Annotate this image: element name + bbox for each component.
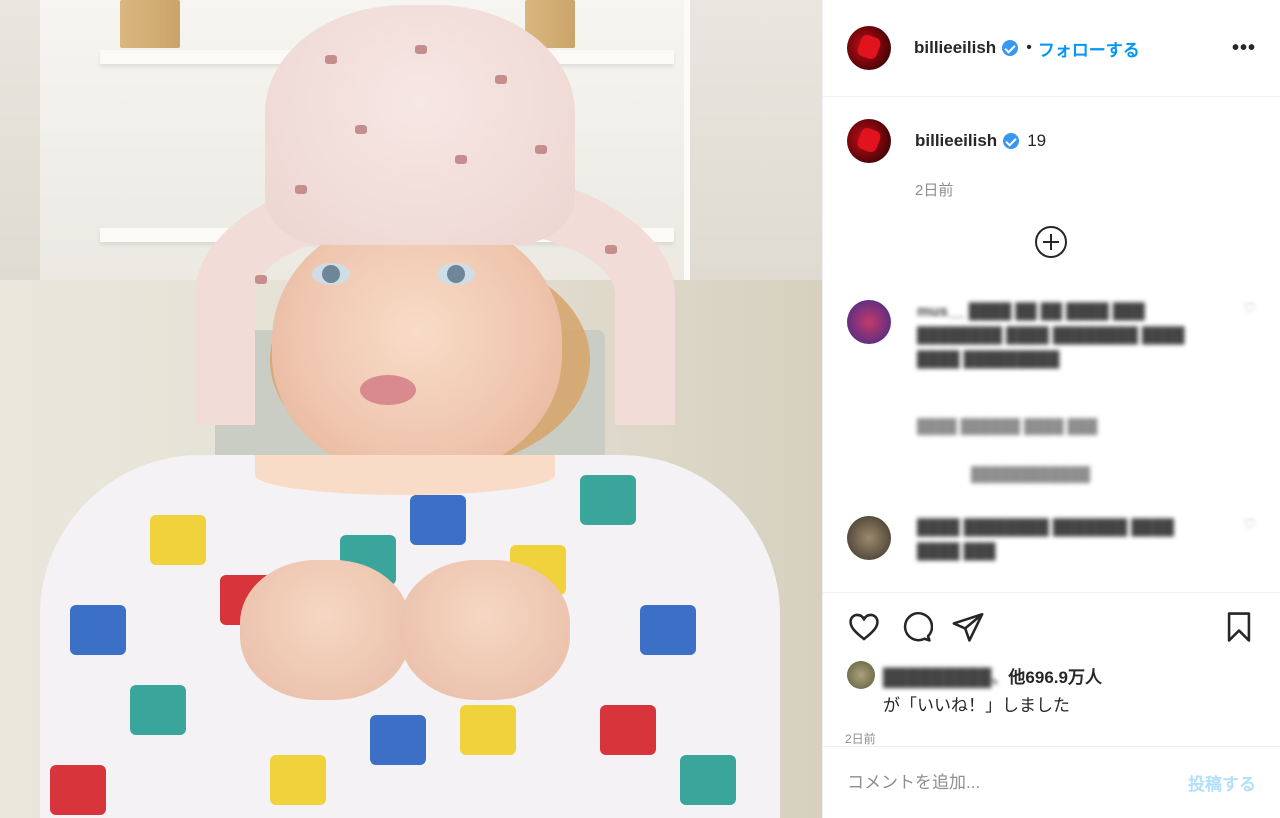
post-time: 2日前 xyxy=(845,732,876,746)
comment-text: mus__ ████ ██ ██ ████ ███ ████████ ████ … xyxy=(917,303,1185,368)
bucket-hat xyxy=(195,5,675,425)
caption-text: 19 xyxy=(1027,131,1047,150)
add-comment-bar: 投稿する xyxy=(823,746,1280,818)
comment-item: ████ ████████ ███████ ████ ████ ███ ♡ xyxy=(847,516,1256,564)
instagram-post: billieeilish • フォローする ••• billieeilish 1… xyxy=(0,0,1280,818)
post-header: billieeilish • フォローする ••• xyxy=(823,0,1280,97)
caption-time: 2日前 xyxy=(915,182,954,199)
post-sidebar: billieeilish • フォローする ••• billieeilish 1… xyxy=(822,0,1280,818)
author-username[interactable]: billieeilish xyxy=(914,38,996,58)
comment-like-icon[interactable]: ♡ xyxy=(1243,516,1256,564)
liker-avatar xyxy=(847,661,875,689)
post-comment-button[interactable]: 投稿する xyxy=(1188,770,1256,795)
child-figure xyxy=(0,0,822,818)
bookmark-icon[interactable] xyxy=(1222,610,1256,644)
verified-badge-icon xyxy=(1003,133,1020,149)
comment-item: mus__ ████ ██ ██ ████ ███ ████████ ████ … xyxy=(847,300,1256,372)
verified-badge-icon xyxy=(1002,40,1019,56)
commenter-avatar[interactable] xyxy=(847,516,891,560)
comment-meta[interactable]: ████ ██████ ████ ███ xyxy=(917,418,1097,434)
likes-count[interactable]: 他696.9万人 xyxy=(1008,663,1102,688)
follow-button[interactable]: フォローする xyxy=(1038,36,1140,61)
more-options-icon[interactable]: ••• xyxy=(1232,37,1256,60)
likes-suffix: が「いいね！」しました xyxy=(883,696,1070,715)
comment-input[interactable] xyxy=(847,772,1188,793)
like-heart-icon[interactable] xyxy=(847,610,881,644)
view-replies-link[interactable]: ████████████ xyxy=(971,466,1090,482)
header-separator: • xyxy=(1026,39,1032,56)
caption-username[interactable]: billieeilish xyxy=(915,131,997,151)
comment-like-icon[interactable]: ♡ xyxy=(1243,300,1256,372)
comment-text: ████ ████████ ███████ ████ ████ ███ xyxy=(917,519,1174,560)
likes-summary[interactable]: █████████、 他696.9万人 xyxy=(823,661,1280,689)
post-photo[interactable] xyxy=(0,0,822,818)
caption: billieeilish 19 2日前 xyxy=(847,119,1256,200)
caption-avatar[interactable] xyxy=(847,119,891,163)
liker-name[interactable]: █████████、 xyxy=(883,663,1008,688)
author-avatar[interactable] xyxy=(847,26,891,70)
load-more-comments-icon[interactable] xyxy=(1035,226,1067,258)
comment-bubble-icon[interactable] xyxy=(899,610,933,644)
commenter-avatar[interactable] xyxy=(847,300,891,344)
share-send-icon[interactable] xyxy=(951,610,985,644)
post-actions: █████████、 他696.9万人 が「いいね！」しました 2日前 xyxy=(823,592,1280,746)
child-hands xyxy=(240,560,580,700)
